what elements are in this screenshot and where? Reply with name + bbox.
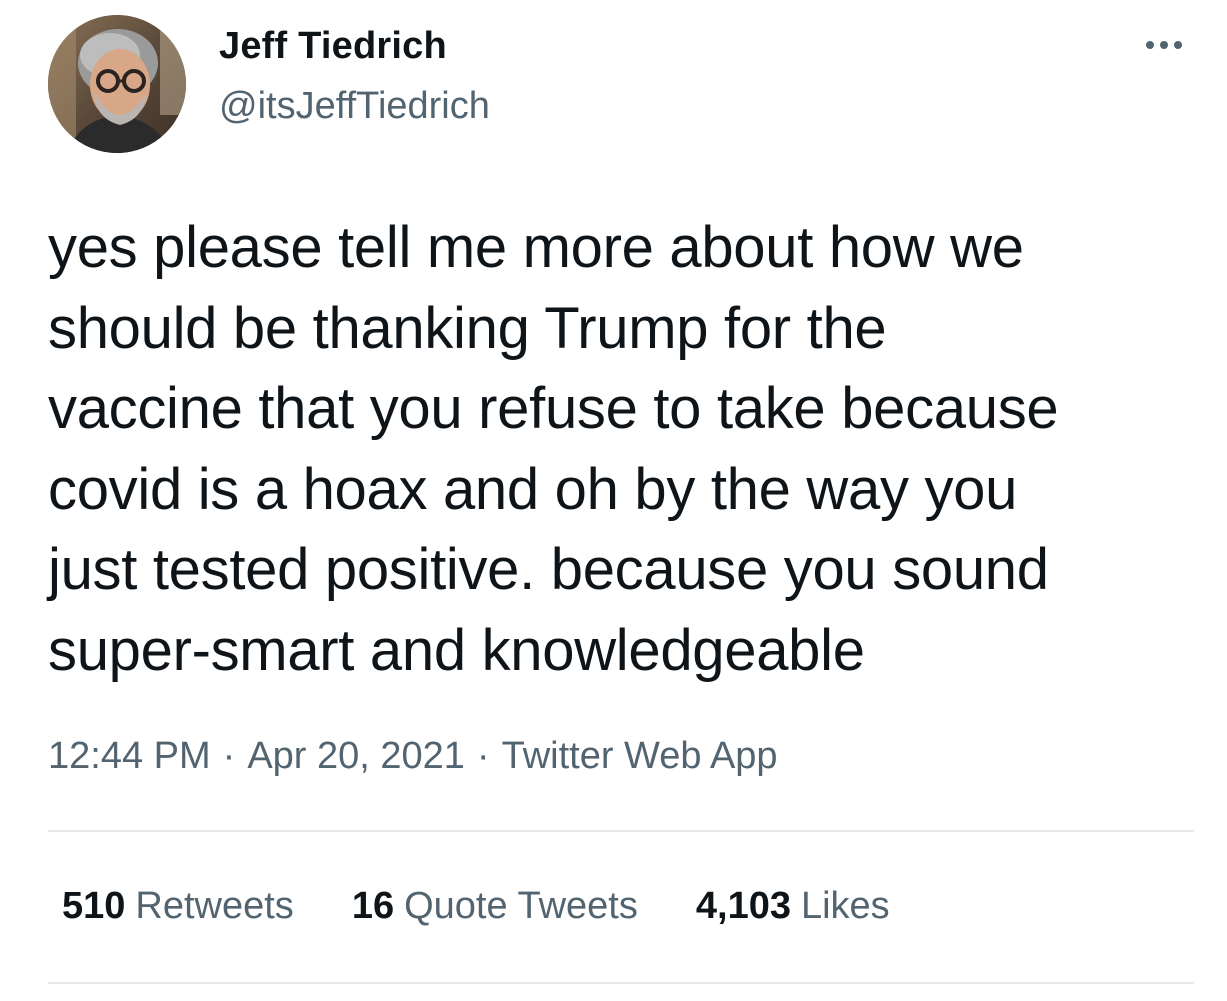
avatar-image — [48, 15, 186, 153]
tweet-text-line: yes please tell me more about how we — [48, 215, 1024, 280]
tweet-text-line: should be thanking Trump for the — [48, 295, 887, 361]
likes-count: 4,103 — [695, 885, 791, 927]
tweet-date[interactable]: Apr 20, 2021 — [247, 735, 465, 777]
tweet-time[interactable]: 12:44 PM — [48, 735, 211, 777]
more-horizontal-icon — [1174, 41, 1182, 49]
tweet-metadata: 12:44 PM · Apr 20, 2021 · Twitter Web App — [48, 731, 778, 781]
tweet-text-line: vaccine that you refuse to take because — [48, 376, 1059, 441]
avatar[interactable] — [48, 15, 186, 153]
quote-tweets-count: 16 — [351, 885, 395, 927]
retweets-count: 510 — [62, 885, 126, 927]
likes-stat[interactable]: 4,103 Likes — [696, 880, 890, 932]
retweets-stat[interactable]: 510 Retweets — [62, 880, 294, 932]
more-options-button[interactable] — [1141, 30, 1187, 60]
meta-separator: · — [222, 735, 236, 777]
meta-separator: · — [476, 735, 490, 777]
more-horizontal-icon — [1146, 41, 1154, 49]
tweet-text-line: just tested positive. because you sound — [48, 537, 1049, 602]
quote-tweets-label: Quote Tweets — [404, 885, 638, 927]
tweet-text-line: super-smart and knowledgeable — [48, 617, 865, 683]
retweets-label: Retweets — [135, 885, 294, 927]
divider — [48, 982, 1194, 984]
quote-tweets-stat[interactable]: 16 Quote Tweets — [352, 880, 638, 932]
tweet-card: Jeff Tiedrich @itsJeffTiedrich yes pleas… — [0, 0, 1227, 1001]
tweet-text: yes please tell me more about how we sho… — [48, 208, 1198, 691]
divider — [48, 830, 1194, 832]
author-display-name[interactable]: Jeff Tiedrich — [219, 22, 490, 70]
author-handle[interactable]: @itsJeffTiedrich — [219, 82, 490, 130]
likes-label: Likes — [800, 885, 890, 927]
author-block: Jeff Tiedrich @itsJeffTiedrich — [219, 22, 490, 130]
tweet-source[interactable]: Twitter Web App — [502, 735, 778, 777]
tweet-text-line: covid is a hoax and oh by the way you — [48, 456, 1018, 522]
more-horizontal-icon — [1160, 41, 1168, 49]
engagement-stats: 510 Retweets 16 Quote Tweets 4,103 Likes — [62, 880, 890, 932]
